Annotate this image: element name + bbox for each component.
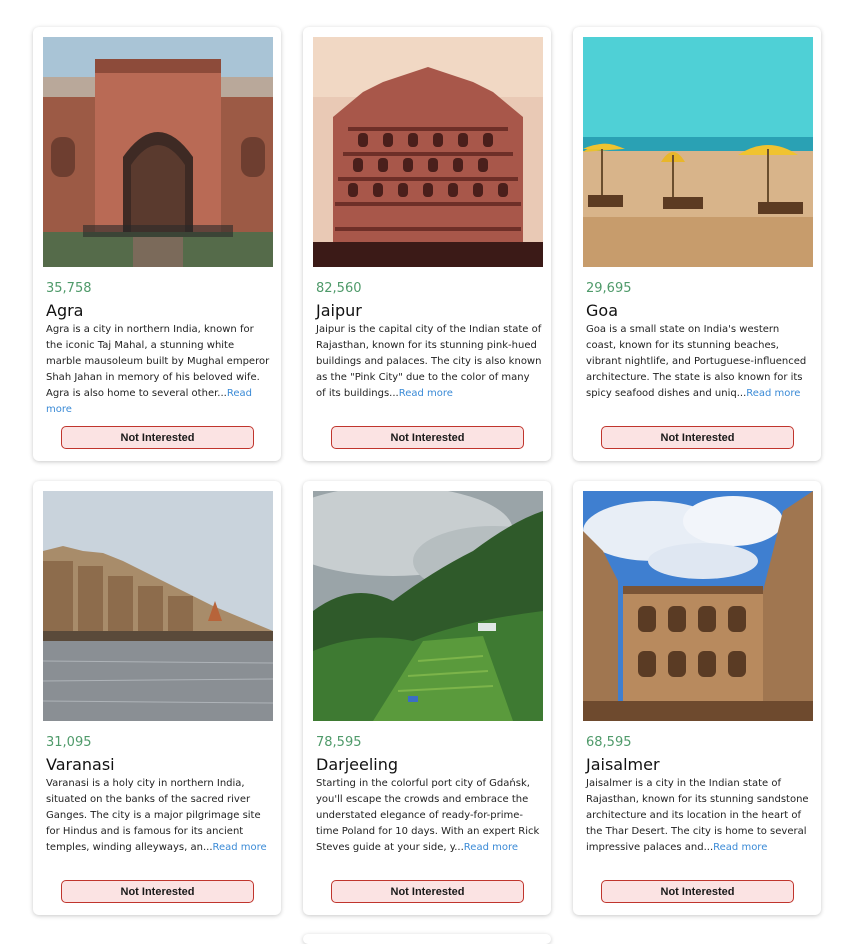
jaisalmer-photo[interactable]: [583, 491, 813, 721]
visitor-count: 78,595: [316, 735, 362, 750]
agra-photo[interactable]: [43, 37, 273, 267]
destination-card-jaipur: 82,560 Jaipur Jaipur is the capital city…: [303, 27, 551, 461]
destination-title: Agra: [46, 301, 84, 320]
visitor-count: 29,695: [586, 281, 632, 296]
destination-title: Darjeeling: [316, 755, 399, 774]
read-more-link[interactable]: Read more: [464, 842, 518, 853]
goa-photo[interactable]: [583, 37, 813, 267]
visitor-count: 82,560: [316, 281, 362, 296]
read-more-link[interactable]: Read more: [399, 388, 453, 399]
not-interested-button[interactable]: Not Interested: [61, 426, 254, 449]
destination-card-jaisalmer: 68,595 Jaisalmer Jaisalmer is a city in …: [573, 481, 821, 915]
destination-card-goa: 29,695 Goa Goa is a small state on India…: [573, 27, 821, 461]
destination-card-varanasi: 31,095 Varanasi Varanasi is a holy city …: [33, 481, 281, 915]
next-card-edge: [303, 934, 551, 944]
destination-card-agra: 35,758 Agra Agra is a city in northern I…: [33, 27, 281, 461]
destination-description: Jaisalmer is a city in the Indian state …: [586, 776, 812, 856]
destination-description: Goa is a small state on India's western …: [586, 322, 812, 402]
destination-title: Jaipur: [316, 301, 362, 320]
read-more-link[interactable]: Read more: [213, 842, 267, 853]
not-interested-button[interactable]: Not Interested: [61, 880, 254, 903]
not-interested-button[interactable]: Not Interested: [331, 426, 524, 449]
visitor-count: 31,095: [46, 735, 92, 750]
jaipur-photo[interactable]: [313, 37, 543, 267]
destination-description: Agra is a city in northern India, known …: [46, 322, 272, 418]
destination-title: Varanasi: [46, 755, 115, 774]
read-more-link[interactable]: Read more: [746, 388, 800, 399]
destination-title: Goa: [586, 301, 618, 320]
agra-image: [43, 37, 273, 267]
not-interested-button[interactable]: Not Interested: [331, 880, 524, 903]
read-more-link[interactable]: Read more: [713, 842, 767, 853]
not-interested-button[interactable]: Not Interested: [601, 880, 794, 903]
destination-description: Varanasi is a holy city in northern Indi…: [46, 776, 272, 856]
darjeeling-photo[interactable]: [313, 491, 543, 721]
visitor-count: 68,595: [586, 735, 632, 750]
jaisalmer-image: [583, 491, 813, 721]
darjeeling-image: [313, 491, 543, 721]
destination-description: Jaipur is the capital city of the Indian…: [316, 322, 542, 402]
visitor-count: 35,758: [46, 281, 92, 296]
destination-card-darjeeling: 78,595 Darjeeling Starting in the colorf…: [303, 481, 551, 915]
not-interested-button[interactable]: Not Interested: [601, 426, 794, 449]
varanasi-image: [43, 491, 273, 721]
description-text: Jaisalmer is a city in the Indian state …: [586, 778, 809, 853]
jaipur-image: [313, 37, 543, 267]
varanasi-photo[interactable]: [43, 491, 273, 721]
goa-image: [583, 37, 813, 267]
destination-title: Jaisalmer: [586, 755, 660, 774]
destination-description: Starting in the colorful port city of Gd…: [316, 776, 542, 856]
